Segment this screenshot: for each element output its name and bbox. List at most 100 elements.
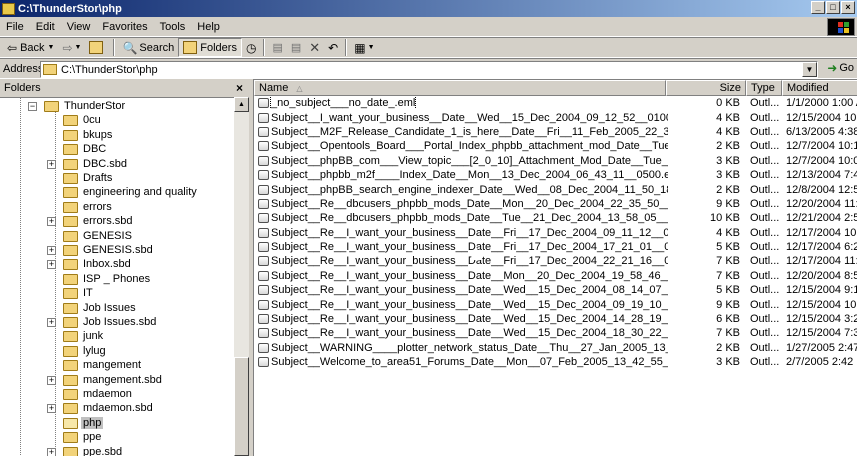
tree-item-genesis-sbd[interactable]: + GENESIS.sbd (0, 244, 234, 258)
file-row[interactable]: Subject__phpbb_m2f____Index_Date__Mon__1… (254, 168, 857, 182)
email-file-icon (258, 213, 269, 224)
expand-icon[interactable]: + (47, 217, 56, 227)
menu-help[interactable]: Help (191, 21, 226, 33)
file-row[interactable]: Subject__Re__I_want_your_business__Date_… (254, 283, 857, 297)
file-row[interactable]: Subject__Welcome_to_area51_Forums_Date__… (254, 355, 857, 369)
go-button[interactable]: ➜ Go (827, 61, 854, 75)
file-row[interactable]: Subject__Re__I_want_your_business__Date_… (254, 226, 857, 240)
tree-item-root[interactable]: − ThunderStor (0, 100, 234, 114)
menu-view[interactable]: View (61, 21, 97, 33)
tree-item-mangement-sbd[interactable]: + mangement.sbd (0, 374, 234, 388)
file-row[interactable]: Subject__Opentools_Board___Portal_Index_… (254, 139, 857, 153)
file-list[interactable]: Name △ Size Type Modified _no_subject___… (253, 79, 857, 456)
tree-item-mdaemon[interactable]: mdaemon (0, 388, 234, 402)
close-button[interactable]: × (841, 1, 855, 14)
tree-item-lylug[interactable]: lylug (0, 345, 234, 359)
back-button[interactable]: ⇦ Back ▼ (3, 38, 58, 57)
folder-icon (63, 129, 78, 141)
tree-item-errors[interactable]: errors (0, 201, 234, 215)
delete-button[interactable]: ✕ (305, 38, 324, 57)
tree-item-errors-sbd[interactable]: + errors.sbd (0, 215, 234, 229)
file-row[interactable]: Subject__Re__I_want_your_business__Date_… (254, 269, 857, 283)
menu-favorites[interactable]: Favorites (96, 21, 153, 33)
tree-item-drafts[interactable]: Drafts (0, 172, 234, 186)
file-row[interactable]: Subject__Re__I_want_your_business__Date_… (254, 240, 857, 254)
scroll-up-button[interactable]: ▲ (234, 97, 249, 112)
sort-ascending-icon: △ (296, 84, 303, 93)
file-row[interactable]: _no_subject___no_date_.eml 0 KB Outl... 1/1… (254, 96, 857, 110)
tree-item-job-issues-sbd[interactable]: + Job Issues.sbd (0, 316, 234, 330)
file-type: Outl... (750, 298, 780, 311)
tree-item-dbc[interactable]: DBC (0, 143, 234, 157)
column-modified-header[interactable]: Modified (782, 80, 857, 96)
forward-button[interactable]: ⇨ ▼ (58, 38, 85, 57)
tree-item-job-issues[interactable]: Job Issues (0, 302, 234, 316)
file-row[interactable]: Subject__Re__I_want_your_business__Date_… (254, 326, 857, 340)
file-row[interactable]: Subject__phpBB_com___View_topic___[2_0_1… (254, 154, 857, 168)
file-modified: 12/17/2004 10:1 (786, 226, 857, 239)
expand-icon[interactable]: + (47, 447, 56, 456)
file-row[interactable]: Subject__I_want_your_business__Date__Wed… (254, 110, 857, 124)
tree-item-it[interactable]: IT (0, 287, 234, 301)
expand-icon[interactable]: + (47, 375, 56, 385)
column-name-header[interactable]: Name △ (254, 80, 666, 96)
address-dropdown-button[interactable]: ▼ (802, 62, 817, 77)
column-type-header[interactable]: Type (746, 80, 782, 96)
close-pane-icon[interactable]: × (236, 81, 243, 95)
tree-item-inbox-sbd[interactable]: + Inbox.sbd (0, 258, 234, 272)
folder-tree[interactable]: − ThunderStor 0cu bkups DBC + DBC.sbd Drafts eng… (0, 97, 234, 456)
title-bar[interactable]: C:\ThunderStor\php _ □ × (0, 0, 857, 17)
file-row[interactable]: Subject__Re__I_want_your_business__Date_… (254, 254, 857, 268)
menu-file[interactable]: File (0, 21, 30, 33)
menu-edit[interactable]: Edit (30, 21, 61, 33)
tree-item-0cu[interactable]: 0cu (0, 114, 234, 128)
file-row[interactable]: Subject__Re__dbcusers_phpbb_mods_Date__M… (254, 197, 857, 211)
collapse-icon[interactable]: − (28, 102, 37, 111)
address-input[interactable]: C:\ThunderStor\php ▼ (40, 61, 818, 78)
history-button[interactable]: ◷ (242, 38, 260, 57)
expand-icon[interactable]: + (47, 260, 56, 270)
move-to-button[interactable]: ▤ (268, 38, 286, 57)
undo-button[interactable]: ↶ (324, 38, 342, 57)
tree-item-ppe-sbd[interactable]: + ppe.sbd (0, 446, 234, 456)
tree-item-mdaemon-sbd[interactable]: + mdaemon.sbd (0, 402, 234, 416)
email-file-icon (258, 328, 269, 339)
file-type: Outl... (750, 255, 780, 268)
minimize-button[interactable]: _ (811, 1, 825, 14)
views-button[interactable]: ▦ ▼ (350, 38, 378, 57)
tree-item-mangement[interactable]: mangement (0, 359, 234, 373)
column-size-header[interactable]: Size (666, 80, 746, 96)
tree-item-isp-phones[interactable]: ISP _ Phones (0, 273, 234, 287)
file-type: Outl... (750, 111, 780, 124)
file-row[interactable]: Subject__Re__I_want_your_business__Date_… (254, 297, 857, 311)
file-row[interactable]: Subject__Re__dbcusers_phpbb_mods_Date__T… (254, 211, 857, 225)
menu-tools[interactable]: Tools (154, 21, 192, 33)
tree-item-dbc-sbd[interactable]: + DBC.sbd (0, 158, 234, 172)
file-row[interactable]: Subject__M2F_Release_Candidate_1_is_here… (254, 125, 857, 139)
expand-icon[interactable]: + (47, 159, 56, 169)
maximize-button[interactable]: □ (826, 1, 840, 14)
tree-item-label: GENESIS.sbd (83, 244, 153, 256)
file-row[interactable]: Subject__Re__I_want_your_business__Date_… (254, 312, 857, 326)
tree-item-engineering-and-quality[interactable]: engineering and quality (0, 186, 234, 200)
expand-icon[interactable]: + (47, 246, 56, 255)
back-label: Back (20, 41, 45, 54)
file-row[interactable]: Subject__WARNING____plotter_network_stat… (254, 341, 857, 355)
copy-to-button[interactable]: ▤ (287, 38, 305, 57)
tree-item-genesis[interactable]: GENESIS (0, 230, 234, 244)
expand-icon[interactable]: + (47, 404, 56, 414)
tree-item-bkups[interactable]: bkups (0, 129, 234, 143)
history-icon: ◷ (245, 40, 257, 55)
folder-tree-scrollbar[interactable]: ▲ (234, 97, 249, 456)
scroll-thumb[interactable] (234, 357, 249, 456)
folders-button[interactable]: Folders (178, 38, 242, 57)
search-button[interactable]: 🔍 Search (118, 38, 178, 57)
expand-icon[interactable]: + (47, 318, 56, 327)
email-file-icon (258, 198, 269, 209)
file-row[interactable]: Subject__phpBB_search_engine_indexer_Dat… (254, 182, 857, 196)
tree-item-junk[interactable]: junk (0, 330, 234, 344)
tree-item-php[interactable]: php (0, 416, 234, 431)
file-type: Outl... (750, 140, 780, 153)
tree-item-ppe[interactable]: ppe (0, 431, 234, 445)
up-folder-button[interactable] (85, 38, 110, 57)
